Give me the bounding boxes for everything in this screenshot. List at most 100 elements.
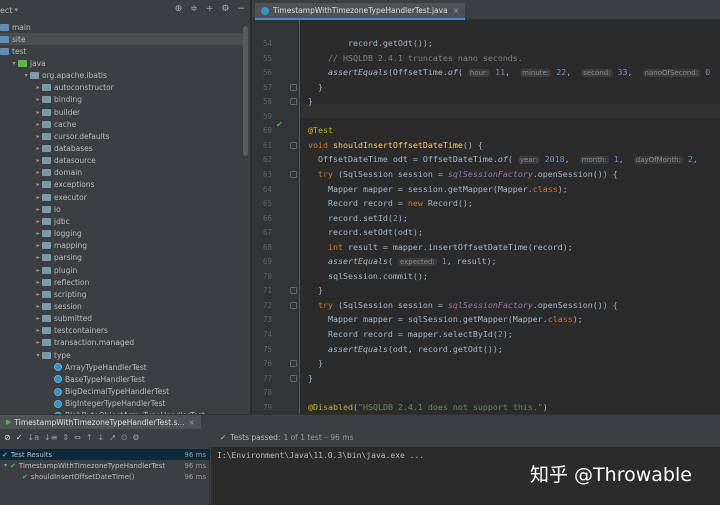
code-line[interactable]: try (SqlSession session = sqlSessionFact… [308, 169, 618, 179]
close-icon[interactable]: × [453, 6, 459, 15]
tree-folder-item[interactable]: ▸ mapping [0, 240, 245, 252]
code-editor[interactable]: TimestampWithTimezoneTypeHandlerTest.jav… [252, 0, 720, 414]
tree-folder-item[interactable]: ▸ exceptions [0, 179, 245, 191]
fold-marker[interactable] [290, 301, 297, 309]
chevron-right-icon[interactable]: ▸ [34, 327, 42, 334]
tree-folder-item[interactable]: ▸ reflection [0, 276, 245, 288]
locate-icon[interactable]: ⊕ [175, 4, 183, 14]
tree-folder-item[interactable]: ▾ java [0, 57, 245, 69]
chevron-down-icon[interactable]: ▾ [14, 6, 18, 14]
up-icon[interactable]: ↑ [86, 433, 93, 442]
tree-folder-item[interactable]: test [0, 45, 245, 57]
code-line[interactable]: record.setOdt(odt); [308, 227, 423, 237]
code-line[interactable]: int result = mapper.insertOffsetDateTime… [308, 242, 573, 252]
tree-folder-item[interactable]: ▸ plugin [0, 264, 245, 276]
chevron-right-icon[interactable]: ▸ [34, 194, 42, 201]
chevron-right-icon[interactable]: ▸ [34, 96, 42, 103]
tree-folder-item[interactable]: ▸ autoconstructor [0, 82, 245, 94]
project-view-combo[interactable]: ect [0, 6, 12, 15]
expand-all-icon[interactable]: ⇕ [62, 433, 69, 442]
sort-duration-icon[interactable]: ↓≡ [44, 433, 57, 442]
chevron-right-icon[interactable]: ▸ [34, 133, 42, 140]
gear-icon[interactable]: ⚙ [221, 4, 229, 14]
tree-folder-item[interactable]: ▸ io [0, 203, 245, 215]
chevron-right-icon[interactable]: ▸ [34, 206, 42, 213]
chevron-right-icon[interactable]: ▸ [34, 218, 42, 225]
stop-icon[interactable]: ⊘ [4, 433, 11, 442]
code-line[interactable]: record.getOdt()); [308, 38, 433, 48]
tree-folder-item[interactable]: ▸ submitted [0, 313, 245, 325]
tree-folder-item[interactable]: ▸ cache [0, 118, 245, 130]
code-line[interactable]: } [308, 82, 323, 92]
chevron-down-icon[interactable]: ▾ [22, 72, 30, 79]
code-line[interactable]: } [308, 285, 323, 295]
expand-icon[interactable]: ÷ [206, 4, 214, 14]
result-row[interactable]: ✔ Test Results 96 ms [0, 449, 210, 460]
tree-class-item[interactable]: BaseTypeHandlerTest [0, 373, 245, 385]
fold-marker[interactable] [290, 170, 297, 178]
chevron-right-icon[interactable]: ▸ [34, 242, 42, 249]
chevron-right-icon[interactable]: ▸ [34, 315, 42, 322]
fold-marker[interactable] [290, 360, 297, 368]
chevron-right-icon[interactable]: ▸ [34, 291, 42, 298]
chevron-right-icon[interactable]: ▸ [34, 339, 42, 346]
code-line[interactable]: Mapper mapper = sqlSession.getMapper(Map… [308, 314, 583, 324]
tree-folder-item[interactable]: ▸ session [0, 300, 245, 312]
fold-marker[interactable] [290, 98, 297, 106]
code-line[interactable]: // HSQLDB 2.4.1 truncates nano seconds. [308, 53, 523, 63]
code-line[interactable]: Record record = new Record(); [308, 198, 473, 208]
code-line[interactable]: } [308, 358, 323, 368]
tree-folder-item[interactable]: ▸ jdbc [0, 215, 245, 227]
code-line[interactable]: sqlSession.commit(); [308, 271, 428, 281]
code-line[interactable]: Mapper mapper = session.getMapper(Mapper… [308, 184, 568, 194]
chevron-right-icon[interactable]: ▸ [34, 169, 42, 176]
code-line[interactable]: OffsetDateTime odt = OffsetDateTime.of( … [308, 154, 698, 165]
chevron-right-icon[interactable]: ▸ [34, 230, 42, 237]
fold-marker[interactable] [290, 83, 297, 91]
fold-marker[interactable] [290, 287, 297, 295]
tree-folder-item[interactable]: ▸ domain [0, 167, 245, 179]
chevron-down-icon[interactable]: ▾ [34, 352, 42, 359]
code-line[interactable]: assertEquals(odt, record.getOdt()); [308, 344, 503, 354]
tree-folder-item[interactable]: ▸ cursor.defaults [0, 130, 245, 142]
code-line[interactable]: } [308, 96, 313, 106]
code-line[interactable]: assertEquals( expected: 1, result); [308, 256, 497, 267]
chevron-right-icon[interactable]: ▸ [34, 267, 42, 274]
run-test-icon[interactable]: ✔ [276, 120, 283, 129]
fold-marker[interactable] [290, 374, 297, 382]
collapse-all-icon[interactable]: ≑ [190, 4, 198, 14]
run-tab[interactable]: ▶ TimestampWithTimezoneTypeHandlerTest.s… [0, 415, 201, 429]
tree-folder-item[interactable]: site [0, 33, 245, 46]
fold-marker[interactable] [290, 141, 297, 149]
chevron-right-icon[interactable]: ▸ [34, 303, 42, 310]
chevron-down-icon[interactable]: ▾ [10, 60, 18, 67]
tree-folder-item[interactable]: ▾ org.apache.ibatis [0, 70, 245, 82]
chevron-right-icon[interactable]: ▸ [34, 84, 42, 91]
tree-folder-item[interactable]: ▸ testcontainers [0, 325, 245, 337]
tree-folder-item[interactable]: ▸ datasource [0, 155, 245, 167]
tree-folder-item[interactable]: ▸ logging [0, 228, 245, 240]
tree-folder-item[interactable]: ▸ databases [0, 143, 245, 155]
result-row[interactable]: ▾ ✔ TimestampWithTimezoneTypeHandlerTest… [0, 460, 210, 471]
tree-class-item[interactable]: BigIntegerTypeHandlerTest [0, 398, 245, 410]
settings-icon[interactable]: ⚙ [132, 433, 139, 442]
tree-folder-item[interactable]: ▾ type [0, 349, 245, 361]
chevron-right-icon[interactable]: ▸ [34, 279, 42, 286]
close-icon[interactable]: × [189, 418, 195, 427]
tree-class-item[interactable]: ArrayTypeHandlerTest [0, 361, 245, 373]
project-scrollbar[interactable] [243, 26, 248, 156]
chevron-right-icon[interactable]: ▸ [34, 181, 42, 188]
result-row[interactable]: ✔ shouldInsertOffsetDateTime() 96 ms [0, 471, 210, 482]
hide-icon[interactable]: − [237, 4, 245, 14]
tree-folder-item[interactable]: ▸ transaction.managed [0, 337, 245, 349]
code-line[interactable]: @Disabled("HSQLDB 2.4.1 does not support… [308, 402, 548, 412]
tree-folder-item[interactable]: ▸ parsing [0, 252, 245, 264]
chevron-right-icon[interactable]: ▸ [34, 121, 42, 128]
tree-folder-item[interactable]: ▸ executor [0, 191, 245, 203]
chevron-right-icon[interactable]: ▸ [34, 109, 42, 116]
tree-folder-item[interactable]: ▸ binding [0, 94, 245, 106]
code-line[interactable]: try (SqlSession session = sqlSessionFact… [308, 300, 618, 310]
chevron-right-icon[interactable]: ▸ [34, 145, 42, 152]
export-icon[interactable]: ↗ [109, 433, 116, 442]
code-line[interactable]: void shouldInsertOffsetDateTime() { [308, 140, 483, 150]
